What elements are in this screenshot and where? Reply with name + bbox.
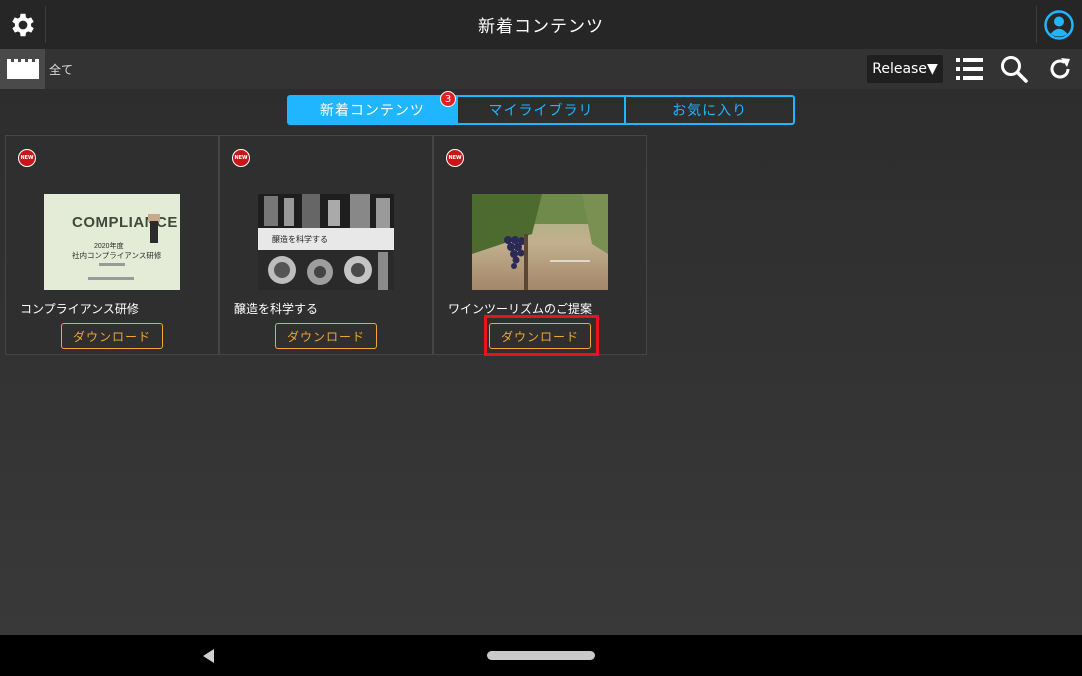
divider bbox=[1036, 6, 1037, 43]
content-card[interactable]: NEW COMPLIANCE 2020年度 社内コンプライアンス研修 コンプライ… bbox=[5, 135, 219, 355]
list-view-button[interactable] bbox=[954, 55, 984, 83]
tab-new-contents[interactable]: 新着コンテンツ bbox=[289, 97, 458, 123]
thumb-line-1: 2020年度 bbox=[94, 241, 124, 250]
toolbar: 全て Release▼ bbox=[0, 49, 1082, 89]
content-card[interactable]: NEW ワインツーリズムのご提案 ダウンロード bbox=[433, 135, 647, 355]
release-dropdown[interactable]: Release▼ bbox=[867, 55, 943, 83]
thumbnail-brewing[interactable]: 醸造を科学する bbox=[258, 194, 394, 290]
back-button[interactable] bbox=[202, 648, 216, 664]
new-badge: NEW bbox=[446, 149, 464, 167]
app-window: 新着コンテンツ 全て Release▼ 新着コンテンツ マイライブラリ お気に入… bbox=[0, 0, 1082, 676]
system-nav-bar bbox=[0, 635, 1082, 676]
card-title: コンプライアンス研修 bbox=[20, 302, 139, 316]
download-button[interactable]: ダウンロード bbox=[489, 323, 591, 349]
tab-my-library[interactable]: マイライブラリ bbox=[458, 97, 627, 123]
card-title: 醸造を科学する bbox=[234, 302, 319, 316]
new-count-badge: 3 bbox=[440, 91, 456, 107]
title-bar: 新着コンテンツ bbox=[0, 0, 1082, 49]
home-pill[interactable] bbox=[487, 651, 595, 660]
download-button[interactable]: ダウンロード bbox=[275, 323, 377, 349]
thumb-line-2: 社内コンプライアンス研修 bbox=[72, 250, 162, 260]
download-button[interactable]: ダウンロード bbox=[61, 323, 163, 349]
vineyard-thumbnail-image bbox=[472, 194, 608, 290]
card-title: ワインツーリズムのご提案 bbox=[448, 302, 593, 316]
page-title: 新着コンテンツ bbox=[478, 17, 604, 37]
account-button[interactable] bbox=[1044, 10, 1074, 40]
new-badge: NEW bbox=[232, 149, 250, 167]
user-avatar-icon bbox=[1044, 10, 1074, 40]
tab-favorites[interactable]: お気に入り bbox=[626, 97, 793, 123]
list-icon bbox=[955, 58, 983, 80]
thumb-heading: 醸造を科学する bbox=[272, 234, 328, 244]
content-card[interactable]: NEW 醸造を科学する 醸造を科学する ダウンロード bbox=[219, 135, 433, 355]
search-button[interactable] bbox=[999, 55, 1029, 83]
thumbnail-compliance[interactable]: COMPLIANCE 2020年度 社内コンプライアンス研修 bbox=[44, 194, 180, 290]
brewing-thumbnail-image: 醸造を科学する bbox=[258, 194, 394, 290]
folder-label: 全て bbox=[49, 63, 74, 77]
folder-button[interactable] bbox=[0, 49, 45, 89]
refresh-button[interactable] bbox=[1045, 55, 1075, 83]
folder-icon bbox=[6, 59, 39, 79]
back-triangle-icon bbox=[203, 649, 214, 663]
search-icon bbox=[1001, 56, 1028, 83]
content-tabs: 新着コンテンツ マイライブラリ お気に入り bbox=[287, 95, 795, 125]
compliance-thumbnail-image: COMPLIANCE 2020年度 社内コンプライアンス研修 bbox=[44, 194, 180, 290]
refresh-icon bbox=[1050, 58, 1070, 79]
thumbnail-wine-tourism[interactable] bbox=[472, 194, 608, 290]
thumb-heading: COMPLIANCE bbox=[72, 214, 178, 231]
new-badge: NEW bbox=[18, 149, 36, 167]
